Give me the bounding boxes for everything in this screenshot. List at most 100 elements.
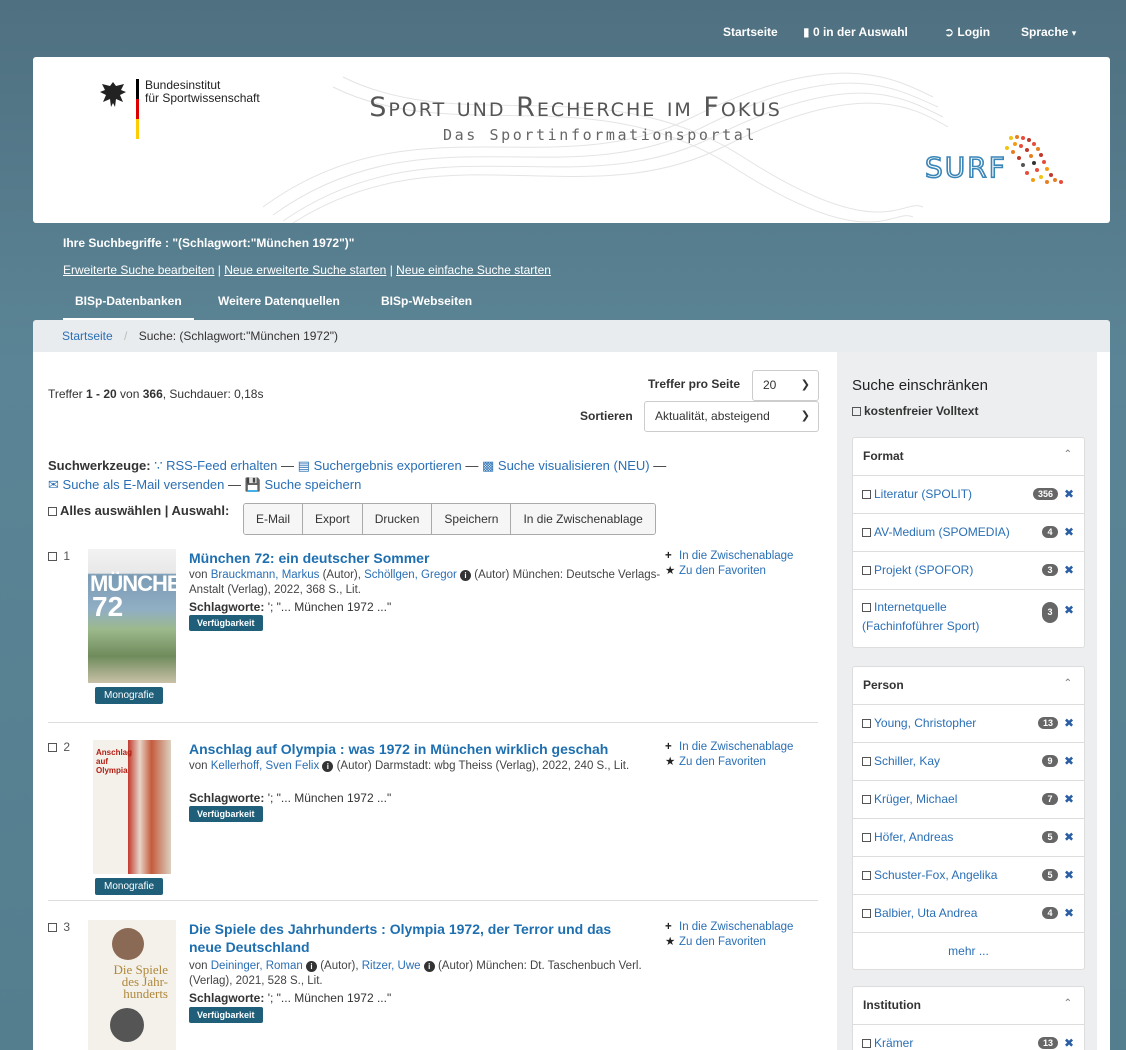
exclude-icon[interactable]: ✖ xyxy=(1064,830,1074,844)
info-icon[interactable]: i xyxy=(322,761,334,772)
print-button[interactable]: Drucken xyxy=(362,504,433,534)
result-number: 1 xyxy=(48,549,70,563)
edit-advanced-search-link[interactable]: Erweiterte Suche bearbeiten xyxy=(63,263,214,277)
availability-button[interactable]: Verfügbarkeit xyxy=(189,615,263,631)
availability-button[interactable]: Verfügbarkeit xyxy=(189,1007,263,1023)
export-button[interactable]: Export xyxy=(303,504,363,534)
facet-item[interactable]: Balbier, Uta Andrea 4 ✖ xyxy=(853,895,1084,933)
facet-item[interactable]: AV-Medium (SPOMEDIA) 4 ✖ xyxy=(853,514,1084,552)
count-badge: 3 xyxy=(1042,564,1058,576)
chevron-down-icon: ❯ xyxy=(800,410,810,422)
facet-item[interactable]: Schiller, Kay 9 ✖ xyxy=(853,743,1084,781)
new-advanced-search-link[interactable]: Neue erweiterte Suche starten xyxy=(224,263,386,277)
breadcrumb: Startseite / Suche: (Schlagwort:"München… xyxy=(33,320,1110,352)
plus-icon: + xyxy=(665,921,672,933)
more-persons-link[interactable]: mehr ... xyxy=(853,933,1084,969)
author-link[interactable]: Deininger, Roman xyxy=(211,960,303,972)
add-to-favorites-link[interactable]: ★ Zu den Favoriten xyxy=(665,935,793,950)
facet-person: Person ⌃ Young, Christopher 13 ✖ Schiller, … xyxy=(852,666,1085,970)
facet-item[interactable]: Höfer, Andreas 5 ✖ xyxy=(853,819,1084,857)
info-icon[interactable]: i xyxy=(460,570,472,581)
facet-item[interactable]: Krämer 13 ✖ xyxy=(853,1025,1084,1050)
facet-item[interactable]: Projekt (SPOFOR) 3 ✖ xyxy=(853,552,1084,590)
new-simple-search-link[interactable]: Neue einfache Suche starten xyxy=(396,263,551,277)
email-button[interactable]: E-Mail xyxy=(244,504,304,534)
exclude-icon[interactable]: ✖ xyxy=(1064,792,1074,806)
book-cover-image[interactable]: Die Spiele des Jahr- hunderts xyxy=(88,920,176,1050)
clipboard-button[interactable]: In die Zwischenablage xyxy=(511,504,655,534)
facet-checkbox xyxy=(862,833,871,842)
login-icon: ➲ xyxy=(944,25,955,39)
email-search-link[interactable]: Suche als E-Mail versenden xyxy=(63,477,225,492)
facet-item[interactable]: Literatur (SPOLIT) 356 ✖ xyxy=(853,476,1084,514)
free-fulltext-checkbox[interactable] xyxy=(852,407,861,416)
result-checkbox[interactable] xyxy=(48,923,57,932)
save-search-link[interactable]: Suche speichern xyxy=(264,477,361,492)
count-badge: 356 xyxy=(1032,488,1058,500)
add-to-favorites-link[interactable]: ★ Zu den Favoriten xyxy=(665,755,793,770)
exclude-icon[interactable]: ✖ xyxy=(1064,525,1074,539)
tab-bisp-websites[interactable]: BISp-Webseiten xyxy=(369,288,484,320)
info-icon[interactable]: i xyxy=(423,961,435,972)
per-page-select[interactable]: 20 ❯ xyxy=(752,370,819,401)
author-link[interactable]: Ritzer, Uwe xyxy=(362,960,421,972)
facet-item[interactable]: Krüger, Michael 7 ✖ xyxy=(853,781,1084,819)
nav-login-link[interactable]: ➲ Login xyxy=(944,25,990,39)
facet-heading: Suche einschränken xyxy=(852,377,988,394)
book-cover-image[interactable]: Anschlag auf Olympia xyxy=(93,740,171,874)
add-to-clipboard-link[interactable]: + In die Zwischenablage xyxy=(665,920,793,935)
exclude-icon[interactable]: ✖ xyxy=(1064,1036,1074,1050)
exclude-icon[interactable]: ✖ xyxy=(1064,906,1074,920)
tab-further-sources[interactable]: Weitere Datenquellen xyxy=(206,288,352,320)
add-to-clipboard-link[interactable]: + In die Zwischenablage xyxy=(665,549,793,564)
tab-bisp-databases[interactable]: BISp-Datenbanken xyxy=(63,288,194,320)
book-cover-image[interactable]: MÜNCHEN 72 xyxy=(88,549,176,683)
facet-format-header[interactable]: Format ⌃ xyxy=(853,438,1084,476)
result-checkbox[interactable] xyxy=(48,743,57,752)
author-link[interactable]: Brauckmann, Markus xyxy=(211,569,320,581)
free-fulltext-filter[interactable]: kostenfreier Volltext xyxy=(852,404,978,418)
author-link[interactable]: Kellerhoff, Sven Felix xyxy=(211,760,319,772)
german-flag-stripe xyxy=(136,79,139,139)
nav-home-link[interactable]: Startseite xyxy=(723,25,778,39)
rss-icon: ∵ xyxy=(154,458,163,473)
select-all-row[interactable]: Alles auswählen | Auswahl: xyxy=(48,503,229,518)
exclude-icon[interactable]: ✖ xyxy=(1064,754,1074,768)
site-header: Bundesinstitut für Sportwissenschaft Spo… xyxy=(33,57,1110,223)
site-title: Sport und Recherche im Fokus xyxy=(369,92,782,123)
facet-item[interactable]: Young, Christopher 13 ✖ xyxy=(853,705,1084,743)
facet-checkbox xyxy=(862,909,871,918)
nav-language-dropdown[interactable]: Sprache ▾ xyxy=(1021,25,1076,39)
author-link[interactable]: Schöllgen, Gregor xyxy=(364,569,457,581)
add-to-clipboard-link[interactable]: + In die Zwischenablage xyxy=(665,740,793,755)
result-item: 2 Anschlag auf Olympia Monografie Anschl… xyxy=(48,740,818,910)
result-title-link[interactable]: München 72: ein deutscher Sommer xyxy=(189,549,659,567)
visualize-search-link[interactable]: Suche visualisieren (NEU) xyxy=(498,458,650,473)
exclude-icon[interactable]: ✖ xyxy=(1064,868,1074,882)
nav-selection-link[interactable]: ▮ 0 in der Auswahl xyxy=(803,25,908,39)
availability-button[interactable]: Verfügbarkeit xyxy=(189,806,263,822)
rss-feed-link[interactable]: RSS-Feed erhalten xyxy=(166,458,277,473)
result-title-link[interactable]: Anschlag auf Olympia : was 1972 in Münch… xyxy=(189,740,669,758)
search-links: Erweiterte Suche bearbeiten | Neue erwei… xyxy=(63,263,551,277)
result-title-link[interactable]: Die Spiele des Jahrhunderts : Olympia 19… xyxy=(189,920,644,956)
exclude-icon[interactable]: ✖ xyxy=(1064,601,1074,620)
result-keywords: Schlagworte: '; "... München 1972 ..." xyxy=(189,791,392,805)
exclude-icon[interactable]: ✖ xyxy=(1064,487,1074,501)
exclude-icon[interactable]: ✖ xyxy=(1064,716,1074,730)
facet-person-header[interactable]: Person ⌃ xyxy=(853,667,1084,705)
export-results-link[interactable]: Suchergebnis exportieren xyxy=(314,458,462,473)
sort-select[interactable]: Aktualität, absteigend ❯ xyxy=(644,401,819,432)
save-button[interactable]: Speichern xyxy=(432,504,512,534)
exclude-icon[interactable]: ✖ xyxy=(1064,563,1074,577)
facet-institution-header[interactable]: Institution ⌃ xyxy=(853,987,1084,1025)
count-badge: 7 xyxy=(1042,793,1058,805)
add-to-favorites-link[interactable]: ★ Zu den Favoriten xyxy=(665,564,793,579)
select-all-checkbox[interactable] xyxy=(48,507,57,516)
facet-item[interactable]: Schuster-Fox, Angelika 5 ✖ xyxy=(853,857,1084,895)
info-icon[interactable]: i xyxy=(306,961,318,972)
facet-item[interactable]: Internetquelle (Fachinfoführer Sport) 3 ✖ xyxy=(853,590,1084,647)
search-terms-label: Ihre Suchbegriffe : "(Schlagwort:"Münche… xyxy=(63,236,355,250)
breadcrumb-home-link[interactable]: Startseite xyxy=(62,329,113,343)
result-checkbox[interactable] xyxy=(48,552,57,561)
